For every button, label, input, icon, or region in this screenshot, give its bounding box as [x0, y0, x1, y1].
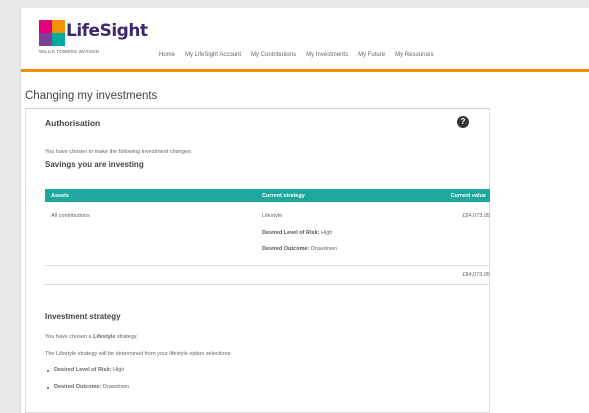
nav-my-future[interactable]: My Future	[358, 52, 385, 58]
nav-my-resources[interactable]: My Resources	[395, 52, 433, 58]
logo-text: LifeSight	[66, 21, 148, 41]
page-container: LifeSight WILLIS TOWERS WATSON Home My L…	[20, 8, 589, 413]
table-total: £84,073.95	[462, 272, 490, 278]
bullet-dot	[47, 387, 49, 389]
strategy-line-1-prefix: You have chosen a	[45, 334, 94, 340]
nav-my-lifesight-account[interactable]: My LifeSight Account	[185, 52, 241, 58]
lifesight-logo[interactable]: LifeSight WILLIS TOWERS WATSON	[39, 18, 148, 58]
strategy-bullet-risk: Desired Level of Risk: High	[54, 367, 124, 373]
row-risk-label: Desired Level of Risk:	[262, 230, 320, 236]
table-total-rule	[45, 265, 490, 266]
bullet-risk-label: Desired Level of Risk:	[54, 367, 112, 373]
logo-tagline: WILLIS TOWERS WATSON	[39, 49, 100, 54]
main-nav: Home My LifeSight Account My Contributio…	[159, 52, 433, 58]
bullet-dot	[47, 370, 49, 372]
site-header: LifeSight WILLIS TOWERS WATSON Home My L…	[21, 8, 589, 72]
header-current-value: Current value	[450, 193, 486, 199]
strategy-line-2: The Lifestyle strategy will be determine…	[45, 351, 232, 357]
strategy-line-1: You have chosen a Lifestyle strategy.	[45, 334, 138, 340]
investment-strategy-title: Investment strategy	[45, 312, 121, 321]
page-title: Changing my investments	[25, 90, 158, 102]
table-bottom-rule	[45, 284, 490, 285]
header-current-strategy: Current strategy	[262, 193, 305, 199]
row-risk: Desired Level of Risk: High	[262, 230, 332, 236]
investments-table-header: Assets Current strategy Current value	[45, 189, 490, 202]
strategy-bullet-outcome: Desired Outcome: Drawdown	[54, 384, 129, 390]
logo-mark-icon	[39, 20, 65, 46]
row-outcome-value: Drawdown	[310, 246, 337, 252]
header-assets: Assets	[51, 193, 70, 199]
savings-title: Savings you are investing	[45, 160, 144, 169]
help-icon[interactable]: ?	[457, 116, 469, 128]
nav-my-contributions[interactable]: My Contributions	[251, 52, 296, 58]
row-asset: All contributions	[51, 213, 90, 219]
authorisation-title: Authorisation	[45, 118, 101, 128]
strategy-line-1-bold: Lifestyle	[93, 334, 116, 340]
authorisation-intro: You have chosen to make the following in…	[45, 149, 193, 155]
row-strategy: Lifestyle	[262, 213, 283, 219]
row-outcome: Desired Outcome: Drawdown	[262, 246, 337, 252]
title-divider	[25, 108, 490, 109]
bullet-outcome-value: Drawdown	[102, 384, 129, 390]
nav-home[interactable]: Home	[159, 52, 175, 58]
bullet-risk-value: High	[113, 367, 125, 373]
row-value: £84,073.95	[462, 213, 490, 219]
nav-my-investments[interactable]: My Investments	[306, 52, 348, 58]
strategy-line-1-suffix: strategy.	[115, 334, 138, 340]
bullet-outcome-label: Desired Outcome:	[54, 384, 102, 390]
row-risk-value: High	[321, 230, 333, 236]
row-outcome-label: Desired Outcome:	[262, 246, 310, 252]
